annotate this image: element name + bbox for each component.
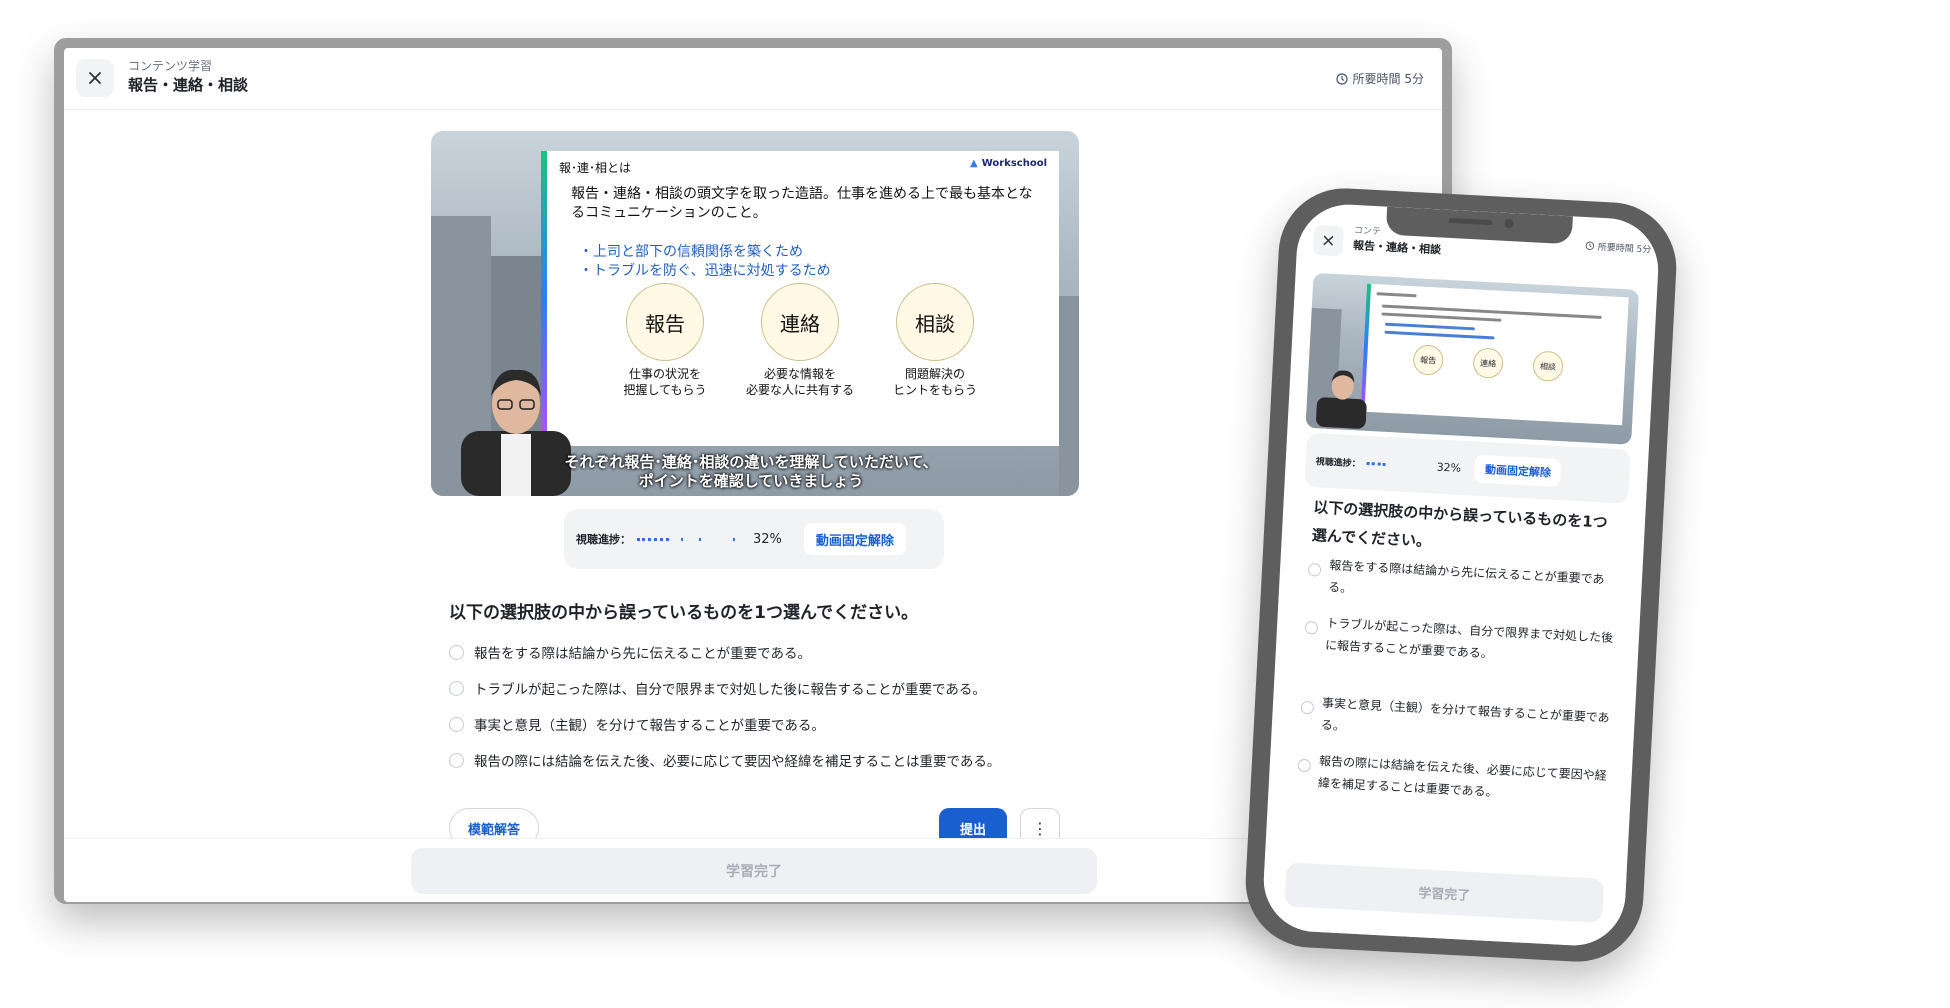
progress-bar bbox=[637, 537, 737, 541]
option-label: 報告の際には結論を伝えた後、必要に応じて要因や経緯を補足することは重要である。 bbox=[474, 754, 1001, 770]
background-building bbox=[1059, 296, 1079, 496]
concept-circle: 報告 bbox=[626, 283, 704, 361]
phone-slide: 報告 連絡 相談 bbox=[1360, 283, 1629, 426]
clock-icon bbox=[1586, 241, 1595, 251]
progress-segment bbox=[681, 537, 683, 541]
radio-button[interactable] bbox=[449, 680, 464, 696]
video-unlock-button[interactable]: 動画固定解除 bbox=[1474, 454, 1562, 488]
quiz-option[interactable]: 報告をする際は結論から先に伝えることが重要である。 bbox=[449, 642, 811, 662]
phone-page-title: 報告・連絡・相談 bbox=[1352, 238, 1442, 257]
concept-hokoku: 報告 仕事の状況を 把握してもらう bbox=[595, 283, 735, 398]
option-label: トラブルが起こった際は、自分で限界まで対処した後に報告することが重要である。 bbox=[1324, 616, 1614, 661]
radio-button[interactable] bbox=[1304, 620, 1319, 635]
page-title: 報告・連絡・相談 bbox=[128, 76, 249, 94]
quiz-option[interactable]: 事実と意見（主観）を分けて報告することが重要である。 bbox=[449, 714, 825, 734]
progress-percent: 32% bbox=[1436, 460, 1462, 475]
radio-button[interactable] bbox=[449, 644, 464, 660]
slide-text-line bbox=[1384, 322, 1475, 331]
watch-progress: 視聴進捗： 32% 動画固定解除 bbox=[564, 509, 944, 569]
logo-text: Workschool bbox=[981, 158, 1047, 169]
progress-label: 視聴進捗： bbox=[576, 533, 631, 546]
phone-close-button[interactable] bbox=[1312, 224, 1345, 257]
slide-intro: 報告・連絡・相談の頭文字を取った造語。仕事を進める上で最も基本となるコミュニケー… bbox=[571, 186, 1033, 221]
close-icon bbox=[89, 72, 101, 84]
phone-duration-text: 所要時間 5分 bbox=[1597, 242, 1652, 256]
phone-video-player[interactable]: 報告 連絡 相談 bbox=[1305, 272, 1640, 445]
progress-label: 視聴進捗： bbox=[1315, 456, 1361, 470]
slide-heading: 報･連･相とは bbox=[559, 161, 632, 175]
video-unlock-button[interactable]: 動画固定解除 bbox=[803, 523, 906, 555]
breadcrumb: コンテンツ学習 bbox=[128, 59, 213, 73]
concept-circle: 連絡 bbox=[761, 283, 839, 361]
slide: 報･連･相とは ▲ Workschool 報告・連絡・相談の頭文字を取った造語。… bbox=[541, 151, 1059, 446]
video-subtitle: それぞれ報告･連絡･相談の違いを理解していただいて、 ポイントを確認していきまし… bbox=[564, 453, 938, 490]
slide-bullets: ・上司と部下の信頼関係を築くため ・トラブルを防ぐ、迅速に対処するため bbox=[579, 243, 831, 281]
phone-notch bbox=[1385, 206, 1573, 245]
concept-caption: 仕事の状況を 把握してもらう bbox=[623, 367, 707, 397]
desktop-window: コンテンツ学習 報告・連絡・相談 所要時間 5分 報･連･相とは ▲ Works… bbox=[64, 48, 1442, 902]
quiz-question: 以下の選択肢の中から誤っているものを1つ選んでください。 bbox=[449, 603, 919, 623]
speaker bbox=[1448, 217, 1493, 226]
concept-circle: 報告 bbox=[1412, 344, 1444, 376]
radio-button[interactable] bbox=[1300, 700, 1315, 715]
option-label: 報告の際には結論を伝えた後、必要に応じて要因や経緯を補足することは重要である。 bbox=[1317, 753, 1608, 800]
phone-watch-progress: 視聴進捗： 32% 動画固定解除 bbox=[1304, 432, 1631, 504]
clock-icon bbox=[1335, 72, 1348, 85]
concept-caption: 問題解決の ヒントをもらう bbox=[892, 367, 977, 397]
phone-screen: コンテ 報告・連絡・相談 所要時間 5分 報告 連絡 相談 視聴進捗： 32% … bbox=[1261, 202, 1661, 948]
workschool-logo: ▲ Workschool bbox=[970, 158, 1047, 169]
option-label: 報告をする際は結論から先に伝えることが重要である。 bbox=[474, 646, 811, 662]
slide-text-line bbox=[1376, 292, 1417, 298]
slide-text-line bbox=[1384, 330, 1495, 340]
progress-fill bbox=[1366, 461, 1386, 466]
progress-fill bbox=[637, 537, 669, 541]
phone-duration: 所要時間 5分 bbox=[1585, 239, 1652, 256]
slide-text-line bbox=[1381, 312, 1502, 322]
progress-segment bbox=[699, 537, 701, 541]
phone-breadcrumb: コンテ bbox=[1353, 225, 1382, 238]
header: コンテンツ学習 報告・連絡・相談 所要時間 5分 bbox=[64, 48, 1442, 110]
duration: 所要時間 5分 bbox=[1335, 70, 1424, 87]
phone-quiz-question: 以下の選択肢の中から誤っているものを1つ選んでください。 bbox=[1311, 498, 1609, 551]
quiz-option[interactable]: トラブルが起こった際は、自分で限界まで対処した後に報告することが重要である。 bbox=[1304, 611, 1616, 671]
concept-sodan: 相談 問題解決の ヒントをもらう bbox=[865, 283, 1005, 398]
phone-frame: コンテ 報告・連絡・相談 所要時間 5分 報告 連絡 相談 視聴進捗： 32% … bbox=[1242, 185, 1680, 965]
progress-segment bbox=[733, 537, 735, 541]
slide-bullet: ・トラブルを防ぐ、迅速に対処するため bbox=[579, 263, 831, 279]
close-icon bbox=[1323, 235, 1334, 246]
concept-caption: 必要な情報を 必要な人に共有する bbox=[745, 367, 854, 397]
concept-circle: 連絡 bbox=[1472, 347, 1504, 379]
radio-button[interactable] bbox=[449, 752, 464, 768]
close-button[interactable] bbox=[76, 59, 114, 97]
camera-icon bbox=[1504, 218, 1514, 229]
more-icon: ⋮ bbox=[1032, 818, 1048, 838]
radio-button[interactable] bbox=[449, 716, 464, 732]
complete-learning-button[interactable]: 学習完了 bbox=[411, 848, 1097, 894]
progress-percent: 32% bbox=[753, 531, 782, 547]
video-player[interactable]: 報･連･相とは ▲ Workschool 報告・連絡・相談の頭文字を取った造語。… bbox=[431, 131, 1079, 496]
option-label: 事実と意見（主観）を分けて報告することが重要である。 bbox=[1320, 695, 1610, 734]
progress-bar bbox=[1366, 461, 1427, 467]
quiz-option[interactable]: 報告の際には結論を伝えた後、必要に応じて要因や経緯を補足することは重要である。 bbox=[449, 750, 1000, 770]
radio-button[interactable] bbox=[1307, 562, 1322, 577]
quiz-option[interactable]: 報告の際には結論を伝えた後、必要に応じて要因や経緯を補足することは重要である。 bbox=[1296, 749, 1608, 809]
option-label: トラブルが起こった際は、自分で限界まで対処した後に報告することが重要である。 bbox=[474, 682, 986, 698]
concept-renraku: 連絡 必要な情報を 必要な人に共有する bbox=[730, 283, 870, 398]
option-label: 事実と意見（主観）を分けて報告することが重要である。 bbox=[474, 718, 825, 734]
radio-button[interactable] bbox=[1297, 758, 1312, 773]
slide-bullet: ・上司と部下の信頼関係を築くため bbox=[579, 244, 803, 260]
duration-text: 所要時間 5分 bbox=[1352, 72, 1424, 86]
concept-circle: 相談 bbox=[896, 283, 974, 361]
presenter-image bbox=[1315, 370, 1367, 429]
concept-circle: 相談 bbox=[1532, 350, 1564, 383]
logo-icon: ▲ bbox=[970, 158, 978, 169]
quiz-option[interactable]: 事実と意見（主観）を分けて報告することが重要である。 bbox=[1299, 691, 1611, 751]
quiz-option[interactable]: トラブルが起こった際は、自分で限界まで対処した後に報告することが重要である。 bbox=[449, 678, 986, 698]
